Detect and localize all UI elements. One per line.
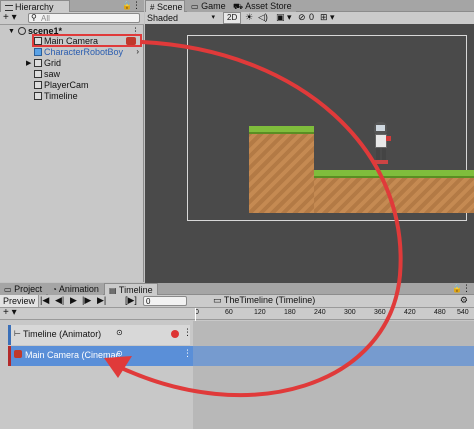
play-icon[interactable]: ▶: [70, 295, 77, 306]
cube-icon: [34, 70, 42, 78]
robot-character-sprite[interactable]: [371, 122, 391, 166]
folder-icon: ▭: [4, 285, 12, 294]
timeline-icon: ▤: [109, 286, 117, 295]
create-dropdown[interactable]: + ▾: [3, 12, 17, 23]
effects-dropdown[interactable]: ▣ ▾: [276, 12, 292, 23]
track-label: Main Camera (Cinemac: [25, 350, 121, 360]
next-frame-button[interactable]: |▶: [82, 295, 91, 306]
hierarchy-item-playercam[interactable]: PlayerCam: [34, 80, 89, 91]
target-picker-icon[interactable]: ⊙: [116, 349, 123, 358]
hierarchy-item-saw[interactable]: saw: [34, 69, 60, 80]
track-selected-row-fill: [193, 346, 474, 366]
ruler-tick-label: 120: [254, 309, 266, 316]
tab-timeline[interactable]: ▤ Timeline: [104, 283, 158, 295]
ruler-tick-label: 240: [314, 309, 326, 316]
toggle-2d-button[interactable]: 2D: [223, 12, 242, 24]
grid-icon[interactable]: ⊞ ▾: [320, 12, 335, 23]
track-menu-icon[interactable]: ⋮: [183, 327, 192, 338]
hierarchy-toolbar: + ▾ ⚲ All: [0, 12, 144, 25]
tab-hierarchy[interactable]: Hierarchy: [0, 0, 70, 12]
hierarchy-panel: Hierarchy 🔒 ⋮ + ▾ ⚲ All ▼ scene1* ⋮ Main…: [0, 0, 144, 282]
grass-left-top: [249, 126, 314, 134]
timeline-breadcrumb: ▭ TheTimeline (Timeline): [213, 295, 316, 305]
tab-asset-store[interactable]: ⛟ Asset Store: [229, 0, 296, 12]
ruler-tick-label: 540: [457, 309, 469, 316]
expand-arrow-icon[interactable]: ▶: [26, 58, 31, 69]
game-tab-icon: ▭: [191, 2, 199, 11]
prefab-icon: [34, 48, 42, 56]
timeline-asset-icon: ▭: [213, 295, 222, 305]
play-range-button[interactable]: [▶]: [125, 295, 137, 306]
scene-tabbar: # Scene ▭ Game ⛟ Asset Store: [145, 0, 474, 12]
record-icon[interactable]: [171, 330, 179, 338]
hierarchy-item-character-robot-boy[interactable]: CharacterRobotBoy: [34, 47, 123, 58]
tab-game[interactable]: ▭ Game: [187, 0, 230, 12]
track-header-toolbar: + ▾: [0, 307, 193, 320]
cube-icon: [34, 92, 42, 100]
frame-input[interactable]: 0: [143, 296, 187, 306]
chevron-right-icon[interactable]: ›: [136, 47, 139, 56]
settings-gear-icon[interactable]: ⚙: [460, 295, 468, 306]
timeline-panel: Preview |◀ ◀| ▶ |▶ ▶| [▶] 0 ▭ TheTimelin…: [0, 295, 474, 429]
lock-icon[interactable]: 🔒: [452, 284, 462, 293]
terrain-left-block: [249, 126, 314, 213]
main-camera-highlight-box: [32, 34, 142, 47]
tab-animation[interactable]: ◔ Animation: [48, 283, 103, 295]
scene-viewport[interactable]: [145, 24, 474, 283]
list-icon: [5, 5, 13, 11]
shading-dropdown[interactable]: Shaded ▾: [147, 13, 217, 23]
hierarchy-tabbar: Hierarchy 🔒 ⋮: [0, 0, 144, 12]
unity-scene-icon: [18, 27, 26, 35]
tab-project[interactable]: ▭ Project: [0, 283, 47, 295]
search-placeholder: All: [41, 14, 50, 23]
ruler-tick-label: 60: [225, 309, 233, 316]
track-main-camera-cinemachine[interactable]: Main Camera (Cinemac ⊙ ⋮: [8, 346, 193, 366]
audio-icon[interactable]: ◁): [258, 12, 268, 23]
animator-icon: ⊢: [14, 329, 21, 338]
ruler-tick-label: 420: [404, 309, 416, 316]
hidden-objects-icon[interactable]: ⊘: [298, 12, 306, 23]
hierarchy-item-grid[interactable]: ▶ Grid: [26, 58, 61, 69]
lock-icon[interactable]: 🔒: [122, 1, 132, 10]
track-menu-icon[interactable]: ⋮: [183, 348, 192, 359]
preview-button[interactable]: Preview: [0, 295, 40, 307]
track-content-area[interactable]: [193, 321, 474, 429]
hierarchy-search-input[interactable]: ⚲ All: [28, 13, 140, 23]
cube-icon: [34, 59, 42, 67]
hierarchy-item-timeline[interactable]: Timeline: [34, 91, 78, 102]
ruler-tick-label: 480: [434, 309, 446, 316]
gizmo-count: 0: [309, 12, 315, 22]
track-timeline-animator[interactable]: ⊢ Timeline (Animator) ⊙ ⋮: [8, 325, 192, 345]
bottom-tabbar: ▭ Project ◔ Animation ▤ Timeline 🔒 ⋮: [0, 283, 474, 295]
expand-arrow-icon[interactable]: ▼: [8, 26, 15, 37]
chevron-down-icon: ▾: [211, 14, 215, 21]
cube-icon: [34, 81, 42, 89]
menu-icon[interactable]: ⋮: [132, 0, 141, 11]
cinemachine-icon: [14, 350, 22, 358]
ruler-tick-label: 360: [374, 309, 386, 316]
goto-start-button[interactable]: |◀: [40, 295, 49, 306]
store-icon: ⛟: [233, 2, 244, 11]
prev-frame-button[interactable]: ◀|: [55, 295, 64, 306]
tab-scene[interactable]: # Scene: [145, 0, 185, 12]
ruler-tick-label: 300: [344, 309, 356, 316]
search-icon: ⚲: [31, 13, 37, 22]
ruler-tick-label: 180: [284, 309, 296, 316]
scene-tab-icon: #: [150, 3, 155, 12]
target-picker-icon[interactable]: ⊙: [116, 328, 123, 337]
animation-icon: ◔: [52, 285, 57, 294]
time-ruler[interactable]: 0 60 120 180 240 300 360 420 480 540: [193, 308, 474, 320]
track-label: Timeline (Animator): [23, 329, 102, 339]
goto-end-button[interactable]: ▶|: [97, 295, 106, 306]
menu-icon[interactable]: ⋮: [462, 283, 471, 294]
add-track-button[interactable]: + ▾: [3, 307, 17, 318]
lighting-icon[interactable]: ☀: [245, 12, 253, 23]
grass-right-top: [314, 170, 474, 178]
timeline-toolbar: Preview |◀ ◀| ▶ |▶ ▶| [▶] 0 ▭ TheTimelin…: [0, 295, 474, 308]
